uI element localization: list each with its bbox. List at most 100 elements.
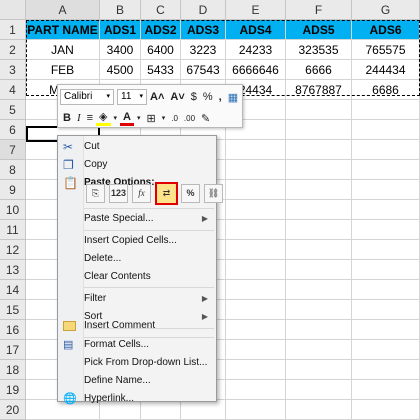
empty-cell[interactable]: [226, 400, 286, 420]
empty-cell[interactable]: [226, 300, 286, 320]
menu-item-hyperlink[interactable]: 🌐 Hyperlink...: [58, 390, 216, 408]
menu-item-cut[interactable]: ✂ Cut: [58, 138, 216, 156]
column-header-f[interactable]: F: [286, 0, 352, 20]
paste-icon[interactable]: ⎘: [86, 184, 105, 203]
table-cell[interactable]: 765575: [352, 40, 420, 60]
font-color-button[interactable]: A: [120, 111, 134, 126]
table-header-cell[interactable]: ADS3: [181, 20, 226, 40]
empty-cell[interactable]: [226, 240, 286, 260]
values-123-icon[interactable]: 123: [109, 184, 128, 203]
chevron-down-icon[interactable]: ▾: [111, 114, 121, 122]
table-cell[interactable]: JAN: [26, 40, 100, 60]
empty-cell[interactable]: [352, 300, 420, 320]
empty-cell[interactable]: [226, 140, 286, 160]
empty-cell[interactable]: [286, 380, 352, 400]
empty-cell[interactable]: [226, 320, 286, 340]
menu-item-clear-contents[interactable]: Clear Contents: [58, 268, 216, 286]
row-header-8[interactable]: 8: [0, 160, 26, 180]
eraser-icon[interactable]: ✎: [198, 112, 213, 125]
empty-cell[interactable]: [286, 180, 352, 200]
formatting-percent-icon[interactable]: %: [181, 184, 200, 203]
empty-cell[interactable]: [352, 180, 420, 200]
menu-item-filter[interactable]: Filter ▶: [58, 290, 216, 308]
table-cell[interactable]: 323535: [286, 40, 352, 60]
menu-item-pick-from-list[interactable]: Pick From Drop-down List...: [58, 354, 216, 372]
empty-cell[interactable]: [286, 260, 352, 280]
empty-cell[interactable]: [286, 100, 352, 120]
empty-cell[interactable]: [286, 300, 352, 320]
decimal-icon[interactable]: .0: [168, 114, 181, 123]
row-header-16[interactable]: 16: [0, 320, 26, 340]
empty-cell[interactable]: [286, 240, 352, 260]
row-header-5[interactable]: 5: [0, 100, 26, 120]
column-header-c[interactable]: C: [141, 0, 181, 20]
empty-cell[interactable]: [286, 140, 352, 160]
empty-cell[interactable]: [352, 140, 420, 160]
column-header-g[interactable]: G: [352, 0, 420, 20]
row-header-20[interactable]: 20: [0, 400, 26, 420]
table-header-cell[interactable]: ADS1: [100, 20, 141, 40]
table-header-cell[interactable]: PART NAME: [26, 20, 100, 40]
empty-cell[interactable]: [352, 400, 420, 420]
column-header-a[interactable]: A: [26, 0, 100, 20]
table-cell[interactable]: 3400: [100, 40, 141, 60]
format-painter-icon[interactable]: ▦: [225, 91, 241, 104]
menu-item-paste-special[interactable]: Paste Special... ▶: [58, 210, 216, 228]
select-all-corner[interactable]: [0, 0, 26, 20]
row-header-9[interactable]: 9: [0, 180, 26, 200]
table-cell[interactable]: 3223: [181, 40, 226, 60]
row-header-11[interactable]: 11: [0, 220, 26, 240]
table-cell[interactable]: 6666646: [226, 60, 286, 80]
italic-button[interactable]: I: [74, 112, 84, 124]
empty-cell[interactable]: [226, 180, 286, 200]
table-cell[interactable]: FEB: [26, 60, 100, 80]
empty-cell[interactable]: [352, 380, 420, 400]
row-header-19[interactable]: 19: [0, 380, 26, 400]
empty-cell[interactable]: [352, 200, 420, 220]
empty-cell[interactable]: [286, 220, 352, 240]
fill-color-icon[interactable]: ◈: [96, 111, 111, 126]
row-header-4[interactable]: 4: [0, 80, 26, 100]
empty-cell[interactable]: [286, 200, 352, 220]
row-header-10[interactable]: 10: [0, 200, 26, 220]
table-header-cell[interactable]: ADS6: [352, 20, 420, 40]
formulas-fx-icon[interactable]: fx: [132, 184, 151, 203]
row-header-15[interactable]: 15: [0, 300, 26, 320]
decimal-icon[interactable]: .00: [181, 114, 198, 123]
table-cell[interactable]: 6400: [141, 40, 181, 60]
empty-cell[interactable]: [226, 280, 286, 300]
column-header-d[interactable]: D: [181, 0, 226, 20]
chevron-down-icon[interactable]: ▾: [159, 114, 169, 122]
row-header-12[interactable]: 12: [0, 240, 26, 260]
row-header-13[interactable]: 13: [0, 260, 26, 280]
chevron-down-icon[interactable]: ▾: [134, 114, 144, 122]
menu-item-define-name[interactable]: Define Name...: [58, 372, 216, 390]
row-header-3[interactable]: 3: [0, 60, 26, 80]
row-header-18[interactable]: 18: [0, 360, 26, 380]
table-cell[interactable]: 4500: [100, 60, 141, 80]
empty-cell[interactable]: [352, 340, 420, 360]
column-header-e[interactable]: E: [226, 0, 286, 20]
menu-item-copy[interactable]: ❐ Copy: [58, 156, 216, 174]
font-size-dropdown[interactable]: 11 ▾: [117, 89, 147, 105]
empty-cell[interactable]: [286, 320, 352, 340]
empty-cell[interactable]: [352, 240, 420, 260]
menu-item-format-cells[interactable]: ▤ Format Cells...: [58, 336, 216, 354]
table-cell[interactable]: 6666: [286, 60, 352, 80]
row-header-2[interactable]: 2: [0, 40, 26, 60]
column-header-b[interactable]: B: [100, 0, 141, 20]
empty-cell[interactable]: [286, 400, 352, 420]
empty-cell[interactable]: [352, 320, 420, 340]
empty-cell[interactable]: [226, 260, 286, 280]
empty-cell[interactable]: [352, 120, 420, 140]
menu-item-insert-copied-cells[interactable]: Insert Copied Cells...: [58, 232, 216, 250]
menu-item-delete[interactable]: Delete...: [58, 250, 216, 268]
shrink-font-button[interactable]: A˅: [167, 91, 187, 103]
table-header-cell[interactable]: ADS4: [226, 20, 286, 40]
row-header-6[interactable]: 6: [0, 120, 26, 140]
grow-font-button[interactable]: A˄: [147, 91, 167, 103]
empty-cell[interactable]: [286, 160, 352, 180]
empty-cell[interactable]: [226, 380, 286, 400]
empty-cell[interactable]: [226, 360, 286, 380]
percent-button[interactable]: %: [200, 91, 216, 103]
